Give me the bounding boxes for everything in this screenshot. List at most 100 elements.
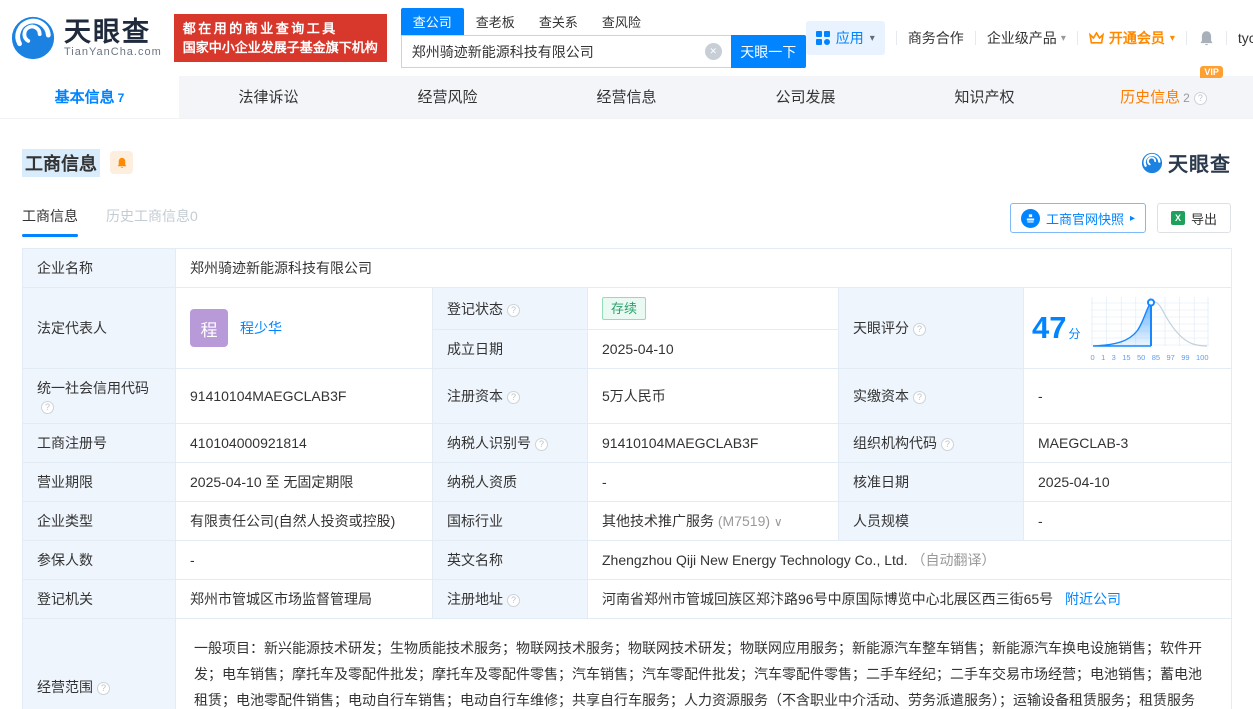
field-value-insured-count: - [176, 541, 433, 580]
legal-rep-link[interactable]: 程少华 [240, 318, 282, 338]
monitor-bell-icon[interactable] [110, 151, 133, 174]
help-icon[interactable]: ? [1194, 92, 1207, 105]
tab-operating-risk[interactable]: 经营风险 [358, 76, 537, 118]
help-icon[interactable]: ? [913, 391, 926, 404]
clear-search-icon[interactable]: ✕ [705, 43, 722, 60]
help-icon[interactable]: ? [535, 438, 548, 451]
help-icon[interactable]: ? [941, 438, 954, 451]
search-button[interactable]: 天眼一下 [731, 35, 806, 68]
axis-tick-label: 85 [1152, 353, 1160, 362]
field-value-industry: 其他技术推广服务 (M7519) ∨ [588, 502, 839, 541]
nav-cooperation[interactable]: 商务合作 [908, 28, 964, 48]
tab-basic-info[interactable]: 基本信息7 [0, 76, 179, 118]
axis-tick-label: 99 [1181, 353, 1189, 362]
table-row: 工商注册号 410104000921814 纳税人识别号? 91410104MA… [23, 424, 1232, 463]
reg-address-label: 注册地址 [447, 591, 503, 607]
field-value-reg-status: 存续 [588, 288, 839, 330]
field-value-reg-number: 410104000921814 [176, 424, 433, 463]
field-label-english-name: 英文名称 [433, 541, 588, 580]
field-label-reg-address: 注册地址? [433, 580, 588, 619]
field-value-business-term: 2025-04-10 至 无固定期限 [176, 463, 433, 502]
search-tab-boss[interactable]: 查老板 [464, 8, 527, 35]
field-value-taxpayer-id: 91410104MAEGCLAB3F [588, 424, 839, 463]
help-icon[interactable]: ? [41, 401, 54, 414]
tab-company-development-label: 公司发展 [775, 89, 835, 106]
apps-menu[interactable]: 应用 ▾ [806, 21, 885, 55]
field-value-legal-rep: 程 程少华 [176, 288, 433, 369]
tab-basic-info-label: 基本信息 [55, 89, 115, 106]
export-label: 导出 [1191, 209, 1217, 228]
org-code-label: 组织机构代码 [853, 435, 937, 451]
logo-domain: TianYanCha.com [64, 46, 162, 58]
watermark-logo-icon [1141, 152, 1163, 174]
enterprise-products-label: 企业级产品 [987, 28, 1057, 48]
field-value-establish-date: 2025-04-10 [588, 330, 839, 369]
help-icon[interactable]: ? [507, 304, 520, 317]
official-snapshot-label: 工商官网快照 [1046, 209, 1124, 228]
tab-history-info-label: 历史信息 [1120, 89, 1180, 106]
crown-icon [1089, 32, 1104, 45]
english-name-value: Zhengzhou Qiji New Energy Technology Co.… [602, 552, 908, 568]
export-button[interactable]: X 导出 [1157, 203, 1231, 233]
axis-tick-label: 3 [1112, 353, 1116, 362]
reg-capital-label: 注册资本 [447, 388, 503, 404]
search-area: 查公司 查老板 查关系 查风险 ✕ 天眼一下 [401, 8, 806, 68]
user-menu[interactable]: tyc9... ▾ [1238, 30, 1253, 46]
vip-label: 开通会员 [1109, 28, 1165, 48]
field-value-reg-capital: 5万人民币 [588, 369, 839, 424]
field-label-company-type: 企业类型 [23, 502, 176, 541]
field-value-reg-address: 河南省郑州市管城回族区郑汴路96号中原国际博览中心北展区西三街65号 附近公司 [588, 580, 1232, 619]
logo-text: 天眼查 [64, 18, 162, 46]
search-tab-risk[interactable]: 查风险 [590, 8, 653, 35]
field-label-taxpayer-quality: 纳税人资质 [433, 463, 588, 502]
field-label-paid-capital: 实缴资本? [839, 369, 1024, 424]
field-label-credit-code: 统一社会信用代码? [23, 369, 176, 424]
field-value-business-scope: 一般项目：新兴能源技术研发；生物质能技术服务；物联网技术服务；物联网技术研发；物… [176, 619, 1232, 709]
nearby-companies-link[interactable]: 附近公司 [1065, 591, 1121, 607]
axis-tick-label: 97 [1166, 353, 1174, 362]
help-icon[interactable]: ? [913, 323, 926, 336]
help-icon[interactable]: ? [507, 391, 520, 404]
username: tyc9... [1238, 30, 1253, 46]
divider [1186, 31, 1187, 45]
avatar[interactable]: 程 [190, 309, 228, 347]
tab-history-info[interactable]: VIP 历史信息2? [1074, 76, 1253, 118]
tianyancha-logo[interactable]: 天眼查 TianYanCha.com [10, 15, 162, 61]
slogan-line1: 都在用的商业查询工具 [183, 19, 378, 38]
help-icon[interactable]: ? [97, 682, 110, 695]
official-snapshot-button[interactable]: 工商官网快照 ▸ [1010, 203, 1146, 233]
tab-basic-info-count: 7 [118, 91, 125, 105]
table-row: 企业名称 郑州骑迹新能源科技有限公司 [23, 249, 1232, 288]
search-input[interactable] [401, 35, 731, 68]
divider [1226, 31, 1227, 45]
nav-enterprise-products[interactable]: 企业级产品 ▾ [987, 28, 1066, 48]
table-row: 营业期限 2025-04-10 至 无固定期限 纳税人资质 - 核准日期 202… [23, 463, 1232, 502]
field-label-establish-date: 成立日期 [433, 330, 588, 369]
company-nav-tabs: 基本信息7 法律诉讼 经营风险 经营信息 公司发展 知识产权 VIP 历史信息2… [0, 76, 1253, 119]
score-axis-labels: 0131550859799100 [1091, 353, 1209, 362]
tab-operating-info-label: 经营信息 [596, 89, 656, 106]
help-icon[interactable]: ? [507, 594, 520, 607]
tab-company-development[interactable]: 公司发展 [716, 76, 895, 118]
table-row: 参保人数 - 英文名称 Zhengzhou Qiji New Energy Te… [23, 541, 1232, 580]
english-name-note: （自动翻译） [911, 552, 995, 568]
subtab-history-business-info[interactable]: 历史工商信息0 [106, 206, 198, 237]
score-value: 47分 [1032, 312, 1081, 344]
notification-bell-icon[interactable] [1198, 30, 1215, 47]
chevron-down-icon[interactable]: ∨ [774, 515, 783, 529]
business-scope-text: 一般项目：新兴能源技术研发；生物质能技术服务；物联网技术服务；物联网技术研发；物… [192, 629, 1215, 709]
open-vip-button[interactable]: 开通会员 ▾ [1089, 28, 1175, 48]
tab-operating-info[interactable]: 经营信息 [537, 76, 716, 118]
status-badge: 存续 [602, 297, 646, 320]
vip-badge: VIP [1200, 66, 1223, 78]
top-nav: 应用 ▾ 商务合作 企业级产品 ▾ 开通会员 ▾ tyc9... ▾ [806, 21, 1253, 55]
search-tab-company[interactable]: 查公司 [401, 8, 464, 35]
subtab-business-info[interactable]: 工商信息 [22, 206, 78, 237]
tab-intellectual-property-label: 知识产权 [954, 89, 1014, 106]
reg-address-value: 河南省郑州市管城回族区郑汴路96号中原国际博览中心北展区西三街65号 [602, 591, 1053, 607]
search-tab-relation[interactable]: 查关系 [527, 8, 590, 35]
field-label-legal-rep: 法定代表人 [23, 288, 176, 369]
stamp-icon [1021, 209, 1040, 228]
tab-legal[interactable]: 法律诉讼 [179, 76, 358, 118]
tab-intellectual-property[interactable]: 知识产权 [895, 76, 1074, 118]
